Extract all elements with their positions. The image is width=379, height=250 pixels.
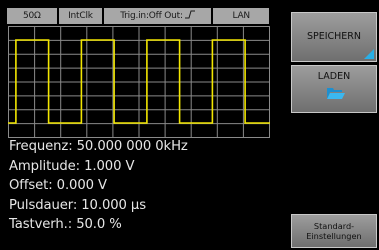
param-amplitude[interactable]: Amplitude: 1.000 V xyxy=(9,157,279,177)
parameter-list: Frequenz: 50.000 000 0kHz Amplitude: 1.0… xyxy=(9,137,279,235)
save-label: SPEICHERN xyxy=(306,31,362,42)
save-button[interactable]: SPEICHERN xyxy=(291,12,377,62)
status-bar: 50Ω IntClk Trig.in:Off Out: LAN xyxy=(7,8,269,24)
folder-open-icon xyxy=(327,88,345,99)
load-label: LADEN xyxy=(317,71,351,82)
default-settings-line1: Standard- xyxy=(313,221,355,231)
param-frequency[interactable]: Frequenz: 50.000 000 0kHz xyxy=(9,137,279,157)
scope-grid xyxy=(8,26,270,138)
param-pulse-width[interactable]: Pulsdauer: 10.000 µs xyxy=(9,196,279,216)
param-duty-cycle[interactable]: Tastverh.: 50.0 % xyxy=(9,215,279,235)
default-settings-line2: Einstellungen xyxy=(306,231,362,241)
param-offset[interactable]: Offset: 0.000 V xyxy=(9,176,279,196)
softkey-panel: SPEICHERN LADEN Standard- Einstellungen xyxy=(286,0,379,250)
default-settings-button[interactable]: Standard- Einstellungen xyxy=(291,214,377,248)
waveform-display xyxy=(8,26,270,138)
trigger-indicator: Trig.in:Off Out: xyxy=(104,8,212,24)
trigger-text: Trig.in:Off Out: xyxy=(120,11,183,21)
active-corner-icon xyxy=(364,49,374,59)
load-button[interactable]: LADEN xyxy=(291,65,377,113)
impedance-indicator: 50Ω xyxy=(7,8,57,24)
clock-indicator: IntClk xyxy=(58,8,103,24)
interface-indicator: LAN xyxy=(213,8,269,24)
rising-edge-icon xyxy=(185,10,196,19)
